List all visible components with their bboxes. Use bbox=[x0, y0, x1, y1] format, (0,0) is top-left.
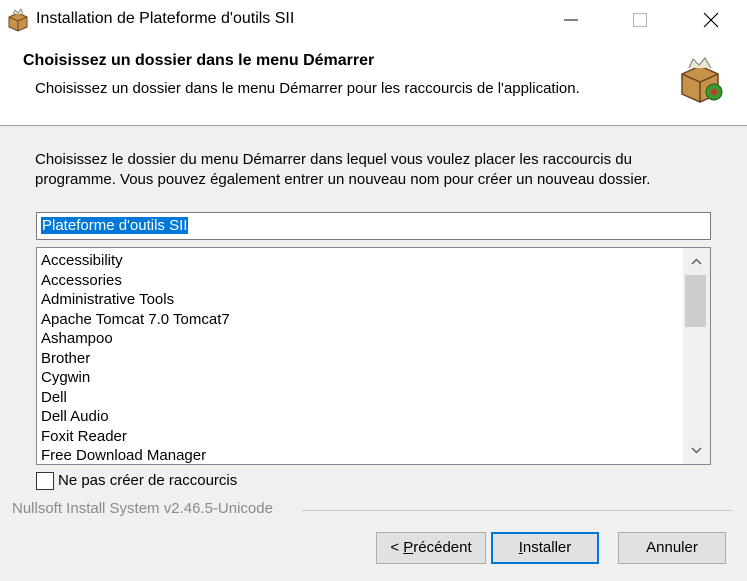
previous-accelerator: P bbox=[403, 539, 414, 556]
maximize-icon bbox=[633, 13, 647, 27]
previous-prefix: < bbox=[390, 539, 404, 556]
start-menu-folder-list[interactable]: Accessibility Accessories Administrative T… bbox=[36, 247, 711, 465]
folder-list-item[interactable]: Brother bbox=[41, 349, 230, 369]
list-scrollbar[interactable] bbox=[683, 248, 710, 464]
maximize-button[interactable] bbox=[617, 0, 663, 40]
page-subtitle: Choisissez un dossier dans le menu Démar… bbox=[35, 80, 580, 97]
divider bbox=[302, 510, 733, 511]
page-title: Choisissez un dossier dans le menu Démar… bbox=[23, 52, 375, 69]
window-title: Installation de Plateforme d'outils SII bbox=[36, 10, 295, 27]
folder-list-item[interactable]: Dell Audio bbox=[41, 407, 230, 427]
folder-list-item[interactable]: Accessories bbox=[41, 271, 230, 291]
scroll-down-button[interactable] bbox=[683, 437, 710, 464]
close-button[interactable] bbox=[688, 0, 734, 40]
chevron-up-icon bbox=[691, 258, 702, 265]
folder-list-items: Accessibility Accessories Administrative T… bbox=[41, 251, 230, 464]
branding-text: Nullsoft Install System v2.46.5-Unicode bbox=[12, 500, 273, 517]
folder-list-item[interactable]: Administrative Tools bbox=[41, 290, 230, 310]
title-bar: Installation de Plateforme d'outils SII bbox=[0, 0, 747, 40]
minimize-button[interactable] bbox=[548, 0, 594, 40]
folder-name-value: Plateforme d'outils SII bbox=[41, 217, 189, 234]
close-icon bbox=[703, 12, 719, 28]
previous-button[interactable]: < Précédent bbox=[376, 532, 486, 564]
no-shortcuts-checkbox[interactable] bbox=[36, 472, 54, 490]
install-button[interactable]: Installer bbox=[491, 532, 599, 564]
page-header: Choisissez un dossier dans le menu Démar… bbox=[0, 40, 747, 126]
cancel-button[interactable]: Annuler bbox=[618, 532, 726, 564]
installer-box-icon bbox=[681, 57, 723, 103]
install-label: nstaller bbox=[522, 539, 572, 556]
folder-list-item[interactable]: Foxit Reader bbox=[41, 427, 230, 447]
chevron-down-icon bbox=[691, 447, 702, 454]
folder-list-item[interactable]: Dell bbox=[41, 388, 230, 408]
minimize-icon bbox=[564, 19, 578, 21]
scroll-up-button[interactable] bbox=[683, 248, 710, 275]
instructions-text: Choisissez le dossier du menu Démarrer d… bbox=[35, 151, 651, 188]
installer-box-icon bbox=[8, 8, 28, 32]
no-shortcuts-label: Ne pas créer de raccourcis bbox=[58, 472, 238, 489]
folder-list-item[interactable]: Apache Tomcat 7.0 Tomcat7 bbox=[41, 310, 230, 330]
folder-list-item[interactable]: Cygwin bbox=[41, 368, 230, 388]
folder-name-input[interactable]: Plateforme d'outils SII bbox=[36, 212, 711, 240]
folder-list-item[interactable]: Ashampoo bbox=[41, 329, 230, 349]
scroll-thumb[interactable] bbox=[685, 275, 706, 327]
previous-label: récédent bbox=[413, 539, 472, 556]
folder-list-item[interactable]: Accessibility bbox=[41, 251, 230, 271]
folder-list-item[interactable]: Free Download Manager bbox=[41, 446, 230, 464]
